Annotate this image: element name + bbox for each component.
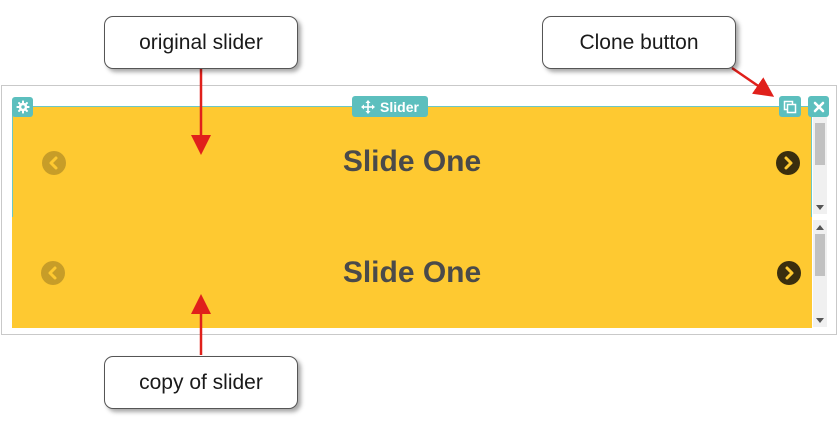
copy-slider[interactable]: Slide One xyxy=(12,217,812,328)
scroll-down-arrow[interactable] xyxy=(813,315,827,325)
clone-icon xyxy=(783,100,797,113)
slide-title: Slide One xyxy=(342,145,482,178)
next-slide-button[interactable] xyxy=(776,151,800,175)
callout-original-slider: original slider xyxy=(104,16,298,69)
chevron-left-circle-icon xyxy=(49,156,58,170)
prev-slide-button[interactable] xyxy=(41,261,65,285)
slider-drag-handle[interactable]: Slider xyxy=(352,96,428,117)
slide-title: Slide One xyxy=(342,255,482,289)
close-button[interactable] xyxy=(808,96,829,117)
clone-button[interactable] xyxy=(779,96,801,117)
move-arrows-icon xyxy=(361,99,376,114)
prev-slide-button[interactable] xyxy=(42,151,66,175)
callout-clone-button: Clone button xyxy=(542,16,736,69)
scroll-down-arrow[interactable] xyxy=(813,202,827,212)
scrollbar-thumb[interactable] xyxy=(815,123,825,165)
next-slide-button[interactable] xyxy=(777,261,801,285)
chevron-left-circle-icon xyxy=(48,266,57,280)
close-icon xyxy=(813,101,824,112)
chevron-right-circle-icon xyxy=(785,266,794,280)
original-slider-scrollbar[interactable] xyxy=(813,117,827,214)
callout-copy-of-slider: copy of slider xyxy=(104,356,298,409)
chevron-right-circle-icon xyxy=(784,156,793,170)
original-slider[interactable]: Slide One xyxy=(12,106,812,218)
scrollbar-thumb[interactable] xyxy=(815,234,825,276)
gear-icon xyxy=(16,100,29,114)
settings-button[interactable] xyxy=(12,97,33,117)
scroll-up-arrow[interactable] xyxy=(813,222,827,232)
copy-slider-scrollbar[interactable] xyxy=(813,220,827,327)
slider-tab-label: Slider xyxy=(380,98,419,115)
